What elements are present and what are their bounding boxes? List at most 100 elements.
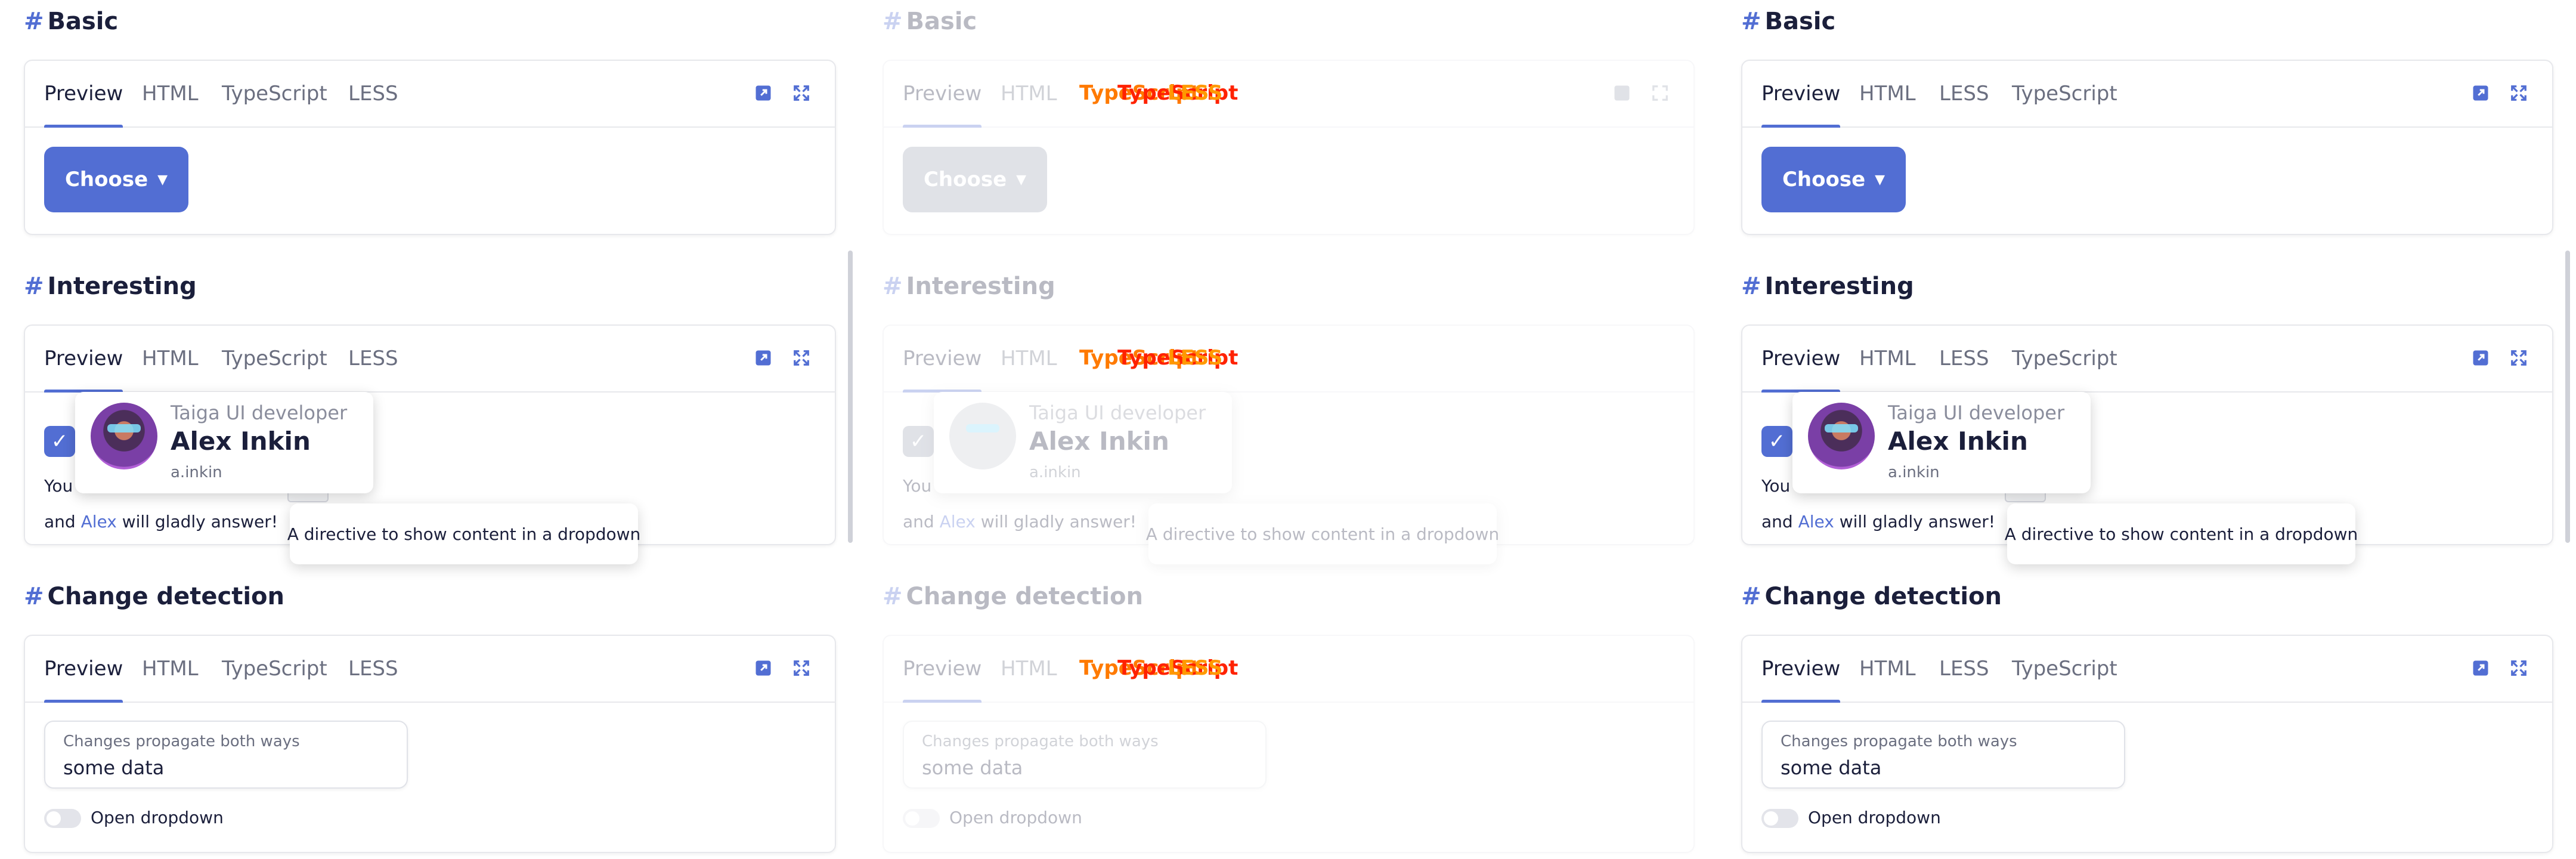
field-value[interactable]: some data [1781, 756, 1881, 779]
toggle-label: Open dropdown [1808, 808, 1941, 827]
tab-preview[interactable]: Preview [903, 61, 982, 128]
panel-left: # Basic Preview HTML TypeScript LESS Choo… [0, 0, 859, 859]
tab-html[interactable]: HTML [1859, 326, 1916, 391]
text-input-field[interactable]: Changes propagate both ways some data [44, 721, 408, 789]
scrollbar[interactable] [2565, 251, 2570, 543]
tab-less[interactable]: LESS [1939, 61, 1989, 126]
tab-html[interactable]: HTML [142, 636, 199, 702]
tab-less[interactable]: LESS [348, 326, 398, 391]
section-heading-interesting: # Interesting [1741, 273, 1914, 300]
demo-card-basic: Preview HTML Choose ▼ [883, 60, 1695, 235]
tab-typescript[interactable]: TypeScript [2012, 326, 2117, 391]
tab-html[interactable]: HTML [1001, 61, 1057, 126]
profile-role: Taiga UI developer [1888, 401, 2065, 424]
tab-preview[interactable]: Preview [1761, 636, 1841, 703]
tab-bar: Preview HTML LESS TypeScript [1742, 636, 2552, 703]
card-body: Changes propagate both ways some data Op… [884, 702, 1693, 851]
fullscreen-icon[interactable] [792, 659, 811, 678]
tab-less[interactable]: LESS [1939, 326, 1989, 391]
fullscreen-icon[interactable] [2509, 84, 2528, 103]
choose-button[interactable]: Choose ▼ [903, 147, 1047, 212]
hint-dropdown: A directive to show content in a dropdow… [287, 503, 640, 564]
toggle-label: Open dropdown [91, 808, 224, 827]
tab-typescript[interactable]: TypeScript [2012, 61, 2117, 126]
anchor-hash[interactable]: # [24, 10, 44, 33]
profile-dropdown: Taiga UI developer Alex Inkin a.inkin [1792, 392, 2091, 493]
avatar [91, 403, 157, 469]
tab-preview[interactable]: Preview [1761, 61, 1841, 128]
profile-name: Alex Inkin [1888, 427, 2028, 456]
tab-preview[interactable]: Preview [903, 326, 982, 393]
field-value[interactable]: some data [63, 756, 164, 779]
fullscreen-icon[interactable] [2509, 348, 2528, 367]
anchor-hash[interactable]: # [1741, 585, 1761, 608]
open-in-new-icon[interactable] [2471, 348, 2490, 367]
tab-less[interactable]: LESS [348, 61, 398, 126]
scrollbar[interactable] [848, 251, 853, 543]
demo-card-basic: Preview HTML LESS TypeScript Choose ▼ [1741, 60, 2553, 235]
alex-link[interactable]: Alex [1798, 512, 1834, 532]
anchor-hash[interactable]: # [1741, 274, 1761, 298]
tab-html[interactable]: HTML [1001, 326, 1057, 391]
description-line-2: and Alex will gladly answer! [903, 512, 1137, 532]
open-dropdown-toggle[interactable] [44, 809, 81, 828]
tab-html[interactable]: HTML [1859, 636, 1916, 702]
panel-middle: # Basic Preview HTML Choose ▼ # Interesting… [859, 0, 1717, 859]
open-dropdown-toggle[interactable] [903, 809, 940, 828]
anchor-hash[interactable]: # [883, 10, 903, 33]
field-label: Changes propagate both ways [922, 733, 1159, 750]
section-heading-interesting: # Interesting [883, 273, 1055, 300]
tab-html[interactable]: HTML [1859, 61, 1916, 126]
tab-html[interactable]: HTML [142, 61, 199, 126]
anchor-hash[interactable]: # [883, 585, 903, 608]
anchor-hash[interactable]: # [1741, 10, 1761, 33]
anchor-hash[interactable]: # [24, 585, 44, 608]
field-label: Changes propagate both ways [1781, 733, 2017, 750]
open-in-new-icon[interactable] [754, 348, 773, 367]
choose-button[interactable]: Choose ▼ [1761, 147, 1906, 212]
text-input-field[interactable]: Changes propagate both ways some data [1761, 721, 2125, 789]
tab-less[interactable]: LESS [1939, 636, 1989, 702]
alex-link[interactable]: Alex [81, 512, 117, 532]
section-heading-basic: # Basic [1741, 8, 1836, 35]
fullscreen-icon[interactable] [1651, 84, 1670, 103]
fullscreen-icon[interactable] [2509, 659, 2528, 678]
tab-preview[interactable]: Preview [44, 61, 123, 128]
avatar [949, 403, 1016, 469]
check-icon[interactable]: ✓ [44, 426, 75, 457]
tab-preview[interactable]: Preview [44, 636, 123, 703]
tab-html[interactable]: HTML [1001, 636, 1057, 702]
tab-html[interactable]: HTML [142, 326, 199, 391]
fullscreen-icon[interactable] [792, 348, 811, 367]
chevron-down-icon: ▼ [157, 172, 168, 187]
tab-typescript[interactable]: TypeScript [2012, 636, 2117, 702]
tab-preview[interactable]: Preview [903, 636, 982, 703]
demo-card-basic: Preview HTML TypeScript LESS Choose ▼ [24, 60, 836, 235]
description-line-1: You [903, 476, 932, 496]
choose-button[interactable]: Choose ▼ [44, 147, 188, 212]
open-dropdown-toggle[interactable] [1761, 809, 1798, 828]
anchor-hash[interactable]: # [24, 274, 44, 298]
open-in-new-icon[interactable] [754, 84, 773, 103]
check-icon[interactable]: ✓ [903, 426, 934, 457]
anchor-hash[interactable]: # [883, 274, 903, 298]
tab-typescript[interactable]: TypeScript [222, 326, 327, 391]
tab-preview[interactable]: Preview [1761, 326, 1841, 393]
open-in-new-icon[interactable] [2471, 84, 2490, 103]
demo-card-change-detection: Preview HTML Changes propagate both ways… [883, 635, 1695, 853]
tab-less[interactable]: LESS [348, 636, 398, 702]
open-in-new-icon[interactable] [1612, 84, 1631, 103]
open-in-new-icon[interactable] [2471, 659, 2490, 678]
text-input-field[interactable]: Changes propagate both ways some data [903, 721, 1267, 789]
description-line-2: and Alex will gladly answer! [44, 512, 278, 532]
check-icon[interactable]: ✓ [1761, 426, 1792, 457]
fullscreen-icon[interactable] [792, 84, 811, 103]
alex-link[interactable]: Alex [940, 512, 976, 532]
tab-preview[interactable]: Preview [44, 326, 123, 393]
tab-typescript[interactable]: TypeScript [222, 636, 327, 702]
profile-role: Taiga UI developer [171, 401, 348, 424]
section-heading-basic: # Basic [24, 8, 119, 35]
tab-typescript[interactable]: TypeScript [222, 61, 327, 126]
open-in-new-icon[interactable] [754, 659, 773, 678]
field-value[interactable]: some data [922, 756, 1023, 779]
